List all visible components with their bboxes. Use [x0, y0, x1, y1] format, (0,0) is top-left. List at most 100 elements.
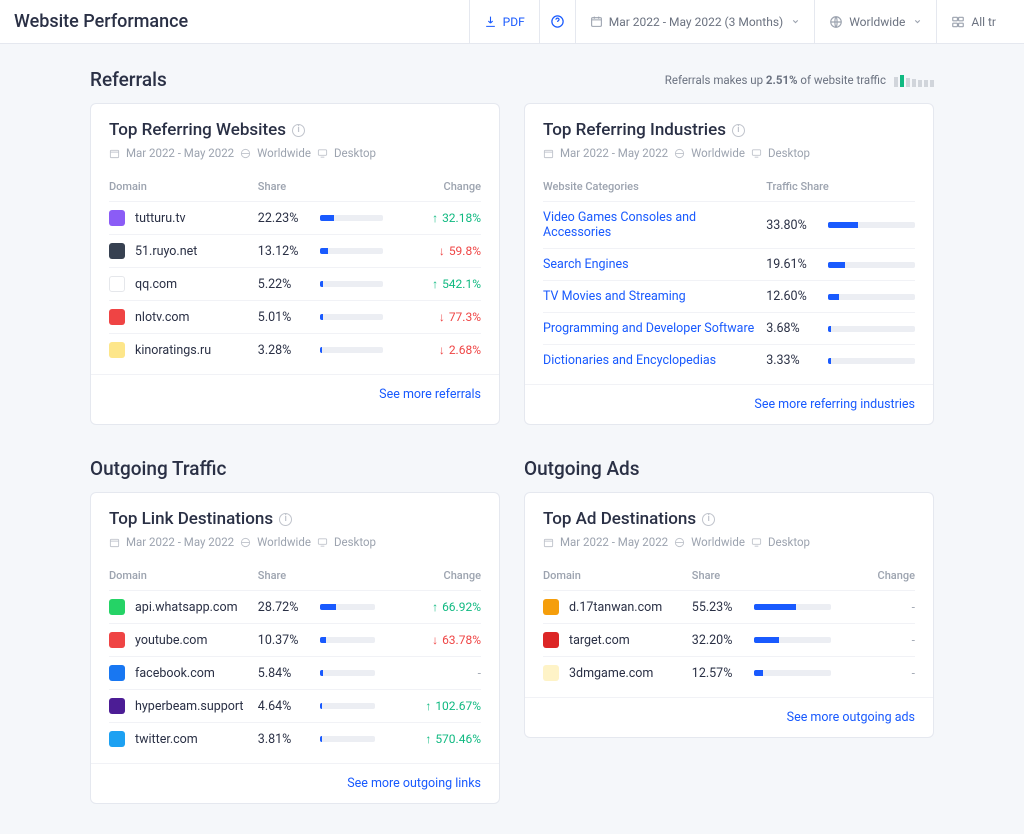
- share-bar: [320, 248, 383, 254]
- card-top-referring-industries: Top Referring Industries i Mar 2022 - Ma…: [524, 103, 934, 425]
- category-link[interactable]: Dictionaries and Encyclopedias: [543, 353, 716, 368]
- share-bar: [320, 637, 376, 643]
- change-value: 77.3%: [439, 310, 481, 324]
- share-bar: [320, 736, 376, 742]
- share-value: 3.28%: [258, 343, 310, 358]
- change-value: 59.8%: [439, 244, 481, 258]
- table-row: Programming and Developer Software 3.68%: [543, 313, 915, 345]
- card-subtitle: Mar 2022 - May 2022 Worldwide Desktop: [543, 146, 915, 160]
- topbar: Website Performance PDF Mar 2022 - May 2…: [0, 0, 1024, 44]
- favicon-icon: [109, 698, 125, 714]
- favicon-icon: [109, 731, 125, 747]
- domain-name[interactable]: d.17tanwan.com: [569, 600, 662, 615]
- share-bar: [320, 314, 383, 320]
- domain-name[interactable]: qq.com: [135, 277, 177, 292]
- share-value: 28.72%: [258, 600, 310, 615]
- domain-name[interactable]: facebook.com: [135, 666, 215, 681]
- topbar-actions: PDF Mar 2022 - May 2022 (3 Months) World…: [469, 0, 1010, 43]
- info-icon[interactable]: i: [732, 124, 745, 137]
- domain-name[interactable]: tutturu.tv: [135, 211, 186, 226]
- table-row: Dictionaries and Encyclopedias3.33%: [543, 345, 915, 377]
- share-value: 12.60%: [766, 289, 818, 304]
- table-row: 51.ruyo.net 13.12% 59.8%: [109, 235, 481, 268]
- card-subtitle: Mar 2022 - May 2022 Worldwide Desktop: [109, 146, 481, 160]
- referring-industries-table: Website Categories Traffic Share Video G…: [543, 174, 915, 376]
- chevron-down-icon: [913, 17, 922, 26]
- domain-name[interactable]: 3dmgame.com: [569, 666, 653, 681]
- card-title: Top Referring Industries i: [543, 120, 915, 140]
- card-top-link-destinations: Top Link Destinations i Mar 2022 - May 2…: [90, 492, 500, 804]
- favicon-icon: [109, 276, 125, 292]
- share-value: 13.12%: [258, 244, 310, 259]
- change-value: -: [912, 600, 915, 614]
- table-row: Search Engines19.61%: [543, 249, 915, 281]
- page-title: Website Performance: [14, 11, 469, 32]
- table-row: tutturu.tv22.23%32.18%: [109, 202, 481, 235]
- favicon-icon: [109, 243, 125, 259]
- globe-icon: [240, 537, 251, 548]
- share-value: 5.01%: [258, 310, 310, 325]
- change-value: 542.1%: [432, 277, 481, 291]
- domain-name[interactable]: kinoratings.ru: [135, 343, 211, 358]
- table-row: Video Games Consoles and Accessories 33.8…: [543, 202, 915, 249]
- category-link[interactable]: Video Games Consoles and Accessories: [543, 210, 696, 240]
- share-bar: [320, 281, 383, 287]
- download-icon: [484, 15, 497, 28]
- referrals-heading: Referrals: [90, 68, 167, 91]
- calendar-icon: [543, 148, 554, 159]
- domain-name[interactable]: twitter.com: [135, 732, 198, 747]
- share-value: 33.80%: [766, 218, 818, 233]
- region-label: Worldwide: [849, 15, 905, 29]
- globe-icon: [674, 537, 685, 548]
- share-bar: [828, 262, 915, 268]
- info-icon[interactable]: i: [279, 513, 292, 526]
- calendar-icon: [543, 537, 554, 548]
- change-value: 2.68%: [439, 343, 481, 357]
- table-row: d.17tanwan.com 55.23% -: [543, 591, 915, 624]
- share-bar: [828, 358, 915, 364]
- domain-name[interactable]: target.com: [569, 633, 630, 648]
- see-more-outgoing-links-link[interactable]: See more outgoing links: [347, 776, 481, 791]
- table-row: nlotv.com 5.01% 77.3%: [109, 301, 481, 334]
- see-more-outgoing-ads-link[interactable]: See more outgoing ads: [787, 710, 915, 725]
- pdf-label: PDF: [503, 15, 525, 29]
- favicon-icon: [109, 665, 125, 681]
- table-row: qq.com5.22%542.1%: [109, 268, 481, 301]
- card-title: Top Link Destinations i: [109, 509, 481, 529]
- date-range-picker[interactable]: Mar 2022 - May 2022 (3 Months): [575, 0, 815, 43]
- category-link[interactable]: Programming and Developer Software: [543, 321, 754, 336]
- table-row: 3dmgame.com12.57%-: [543, 657, 915, 690]
- change-value: 570.46%: [425, 732, 481, 746]
- change-value: -: [912, 666, 915, 680]
- calendar-icon: [109, 148, 120, 159]
- share-bar: [754, 604, 831, 610]
- traffic-filter-button[interactable]: All tr: [936, 0, 1010, 43]
- card-subtitle: Mar 2022 - May 2022 Worldwide Desktop: [109, 535, 481, 549]
- share-bar: [320, 347, 383, 353]
- info-icon[interactable]: i: [292, 124, 305, 137]
- share-value: 32.20%: [692, 633, 744, 648]
- export-pdf-button[interactable]: PDF: [469, 0, 539, 43]
- chevron-down-icon: [791, 17, 800, 26]
- region-picker[interactable]: Worldwide: [814, 0, 936, 43]
- table-row: facebook.com5.84%-: [109, 657, 481, 690]
- table-row: TV Movies and Streaming 12.60%: [543, 281, 915, 313]
- share-value: 3.68%: [766, 321, 818, 336]
- share-value: 3.81%: [258, 732, 310, 747]
- ad-destinations-table: Domain Share Change d.17tanwan.com55.23%…: [543, 563, 915, 689]
- change-value: 63.78%: [432, 633, 481, 647]
- share-value: 55.23%: [692, 600, 744, 615]
- domain-name[interactable]: hyperbeam.support: [135, 699, 244, 714]
- domain-name[interactable]: api.whatsapp.com: [135, 600, 238, 615]
- see-more-industries-link[interactable]: See more referring industries: [754, 397, 915, 412]
- share-bar: [320, 215, 383, 221]
- domain-name[interactable]: nlotv.com: [135, 310, 190, 325]
- domain-name[interactable]: 51.ruyo.net: [135, 244, 197, 259]
- category-link[interactable]: Search Engines: [543, 257, 629, 272]
- help-button[interactable]: [539, 0, 575, 43]
- content: Referrals Referrals makes up 2.51% of we…: [0, 44, 1024, 834]
- info-icon[interactable]: i: [702, 513, 715, 526]
- category-link[interactable]: TV Movies and Streaming: [543, 289, 686, 304]
- see-more-referrals-link[interactable]: See more referrals: [379, 387, 481, 402]
- domain-name[interactable]: youtube.com: [135, 633, 207, 648]
